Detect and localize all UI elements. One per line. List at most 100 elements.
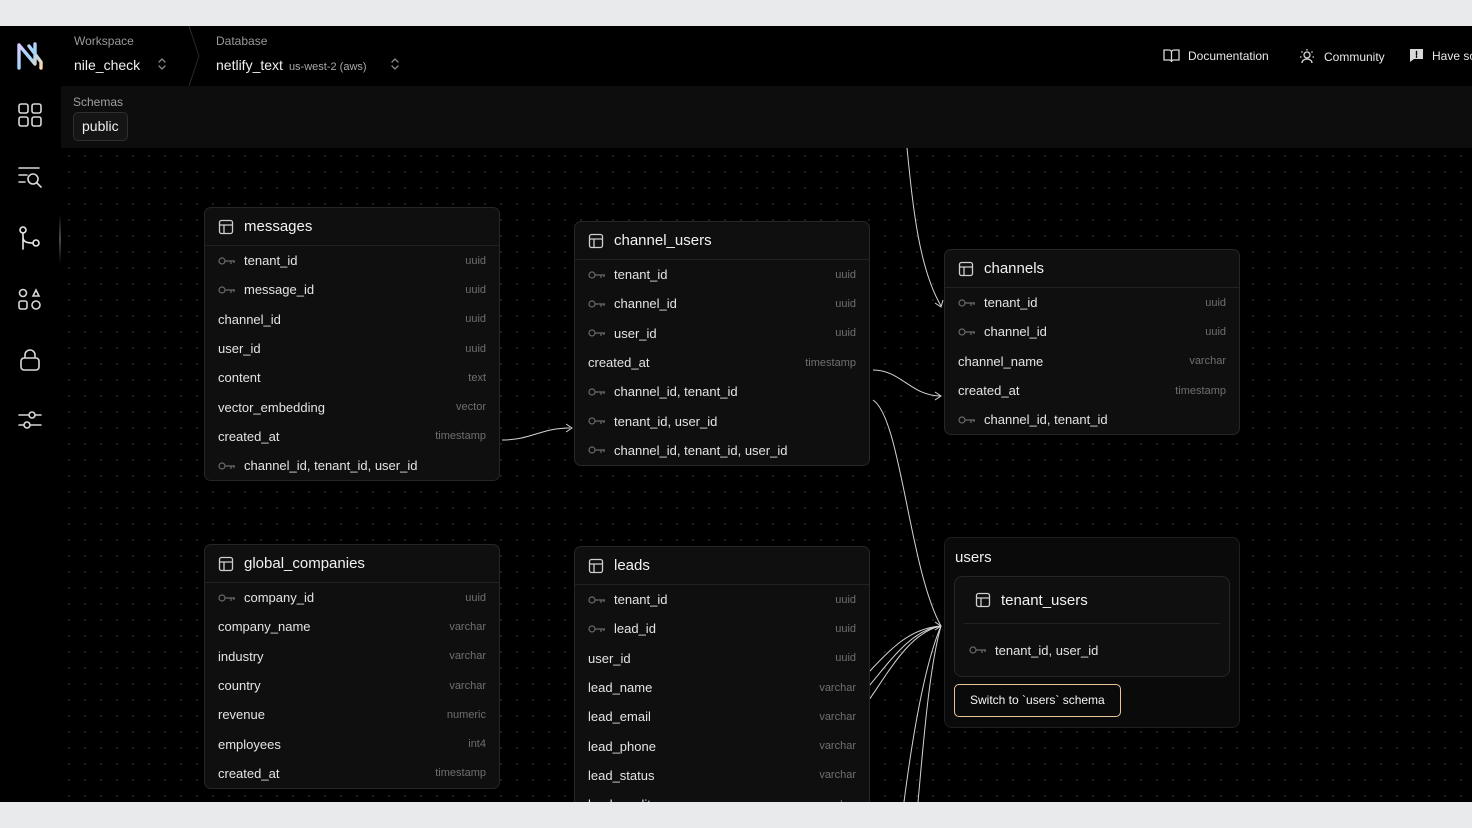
column-row: lead_email varchar [575, 702, 869, 731]
column-name: channel_id, tenant_id, user_id [244, 458, 418, 474]
column-name: lead_phone [588, 738, 656, 754]
table-messages[interactable]: messages tenant_id uuid message_id uuid chan… [204, 207, 500, 482]
breadcrumb-separator [188, 26, 200, 86]
nile-logo[interactable] [15, 40, 45, 72]
column-type: timestamp [435, 430, 486, 443]
column-name: lead_name [588, 680, 653, 696]
table-channels[interactable]: channels tenant_id uuid channel_id uuid chan… [944, 249, 1240, 436]
edge-top-channels [906, 148, 942, 307]
table-header: leads [575, 547, 869, 585]
community-link[interactable]: Community [1298, 48, 1385, 66]
column-row: channel_id, tenant_id, user_id [575, 436, 869, 465]
column-name: lead_status [588, 767, 655, 783]
documentation-link[interactable]: Documentation [1163, 48, 1269, 63]
column-type: varchar [1189, 355, 1226, 368]
users-schema-group: users tenant_users tenant_id, user_id Sw… [944, 537, 1240, 728]
sidebar-item-dashboard[interactable] [14, 99, 46, 131]
sidebar-item-query[interactable] [14, 160, 46, 192]
column-name: industry [218, 648, 264, 664]
erd-canvas[interactable]: messages tenant_id uuid message_id uuid chan… [61, 148, 1472, 802]
sidebar-item-schema[interactable] [14, 222, 46, 254]
column-row: company_name varchar [205, 612, 499, 641]
edge-leads-tenant-users-1 [868, 625, 942, 673]
key-icon [218, 257, 235, 265]
column-type: varchar [819, 799, 856, 802]
column-name: user_id [218, 341, 261, 357]
column-row: employees int4 [205, 729, 499, 758]
column-type: varchar [449, 679, 486, 692]
column-name: employees [218, 736, 281, 752]
column-type: uuid [465, 254, 486, 267]
edge-leads-tenant-users-3 [868, 625, 942, 701]
chevron-updown-icon [158, 58, 166, 70]
switch-schema-button[interactable]: Switch to `users` schema [954, 684, 1121, 717]
schema-pill-public[interactable]: public [73, 112, 128, 141]
table-header: channel_users [575, 222, 869, 260]
table-global-companies[interactable]: global_companies company_id uuid company_n… [204, 544, 500, 790]
chevron-updown-icon [391, 58, 399, 70]
key-icon [588, 625, 605, 633]
column-row: revenue numeric [205, 700, 499, 729]
key-icon [218, 286, 235, 294]
column-type: uuid [465, 283, 486, 296]
table-channel-users[interactable]: channel_users tenant_id uuid channel_id uui… [574, 221, 870, 467]
table-name: channel_users [614, 232, 712, 249]
table-icon [975, 592, 991, 608]
column-name: content [218, 370, 261, 386]
schema-icon [19, 226, 40, 250]
table-leads[interactable]: leads tenant_id uuid lead_id uuid user_id uui… [574, 546, 870, 802]
sidebar-item-settings[interactable] [14, 404, 46, 436]
column-row: content text [205, 363, 499, 392]
feedback-icon [1410, 49, 1423, 62]
table-icon [588, 233, 604, 248]
column-row: created_at timestamp [575, 348, 869, 377]
sidebar-item-tenants[interactable] [14, 283, 46, 315]
edge-channel-users-channels [872, 369, 942, 397]
column-row: lead_quality varchar [575, 790, 869, 802]
sidebar-item-security[interactable] [14, 344, 46, 376]
column-name: vector_embedding [218, 399, 325, 415]
tenants-icon [18, 288, 41, 310]
column-name: user_id [588, 650, 631, 666]
query-icon [18, 167, 42, 188]
column-row: channel_id uuid [945, 317, 1239, 346]
column-row: tenant_id uuid [575, 585, 869, 614]
table-name: tenant_users [1001, 591, 1088, 609]
key-icon [588, 388, 605, 396]
column-type: timestamp [805, 356, 856, 369]
app-window: Workspace nile_check Database netlify_te… [0, 26, 1472, 802]
column-row: user_id uuid [205, 334, 499, 363]
key-icon [218, 594, 235, 602]
column-type: varchar [819, 740, 856, 753]
column-name: tenant_id, user_id [614, 413, 718, 429]
column-name: channel_name [958, 353, 1044, 369]
column-row: channel_id uuid [205, 305, 499, 334]
column-type: numeric [446, 708, 486, 721]
edge-messages-channel-users [501, 427, 571, 441]
table-tenant-users[interactable]: tenant_users tenant_id, user_id [954, 576, 1230, 677]
column-name: user_id [614, 325, 657, 341]
schemas-bar: Schemas public [61, 86, 1472, 149]
column-type: varchar [819, 769, 856, 782]
top-header: Workspace nile_check Database netlify_te… [61, 26, 1472, 87]
column-name: tenant_id [614, 267, 668, 283]
column-row: lead_name varchar [575, 673, 869, 702]
table-header: channels [945, 250, 1239, 288]
edge-channel-users-tenant-users [872, 399, 942, 627]
database-value-row: netlify_text us-west-2 (aws) [216, 57, 367, 73]
settings-sliders-icon [18, 411, 42, 429]
column-name: channel_id [984, 324, 1047, 340]
key-icon [588, 329, 605, 337]
column-row: tenant_id uuid [945, 288, 1239, 317]
column-row: created_at timestamp [945, 376, 1239, 405]
column-type: uuid [465, 591, 486, 604]
community-label: Community [1324, 50, 1385, 64]
sidebar [0, 26, 62, 802]
column-row: tenant_id uuid [575, 260, 869, 289]
column-type: uuid [835, 652, 856, 665]
feedback-link[interactable]: Have so [1409, 48, 1472, 63]
lock-icon [20, 349, 40, 371]
table-name: leads [614, 557, 650, 574]
column-name: tenant_id [984, 295, 1038, 311]
edge-bottom-tenant-users-2 [917, 625, 942, 802]
